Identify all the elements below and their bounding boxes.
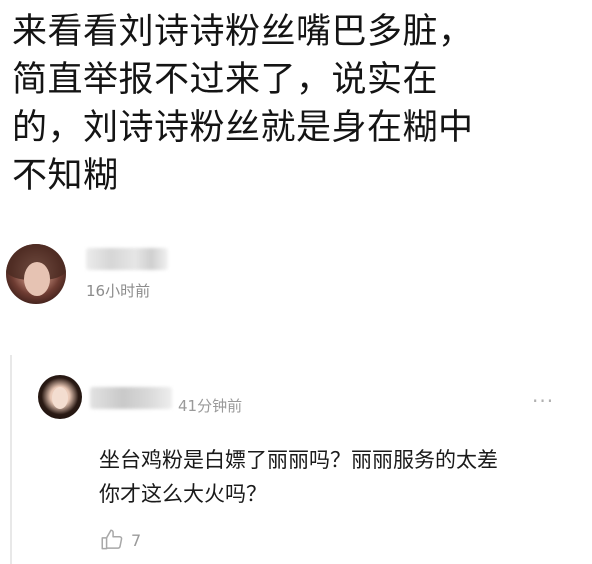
more-horizontal-icon[interactable]: ··· (532, 391, 554, 411)
thumbs-up-icon[interactable] (99, 527, 125, 553)
comment-card: 41分钟前 ··· 坐台鸡粉是白嫖了丽丽吗？丽丽服务的太差 你才这么大火吗？ 7 (10, 355, 592, 564)
author-name-blurred[interactable] (86, 248, 168, 270)
avatar-face (24, 262, 50, 296)
comment-text: 坐台鸡粉是白嫖了丽丽吗？丽丽服务的太差 你才这么大火吗？ (99, 443, 569, 511)
comment-text-line: 你才这么大火吗？ (99, 482, 267, 506)
commenter-name-blurred[interactable] (90, 387, 172, 409)
comment-text-line: 坐台鸡粉是白嫖了丽丽吗？丽丽服务的太差 (99, 448, 498, 472)
author-avatar[interactable] (6, 244, 66, 304)
post-text-line: 简直举报不过来了，说实在 (12, 60, 439, 100)
avatar-face (52, 387, 68, 409)
post-text: 来看看刘诗诗粉丝嘴巴多脏， 简直举报不过来了，说实在 的，刘诗诗粉丝就是身在糊中… (12, 8, 582, 200)
like-count: 7 (131, 531, 142, 550)
post-author: 16小时前 (6, 244, 306, 308)
post-timestamp: 16小时前 (86, 282, 151, 300)
comment-timestamp: 41分钟前 (178, 397, 243, 415)
post-text-line: 来看看刘诗诗粉丝嘴巴多脏， (12, 12, 474, 52)
post-text-line: 不知糊 (12, 156, 119, 196)
post-text-line: 的，刘诗诗粉丝就是身在糊中 (12, 108, 474, 148)
commenter-avatar[interactable] (38, 375, 82, 419)
